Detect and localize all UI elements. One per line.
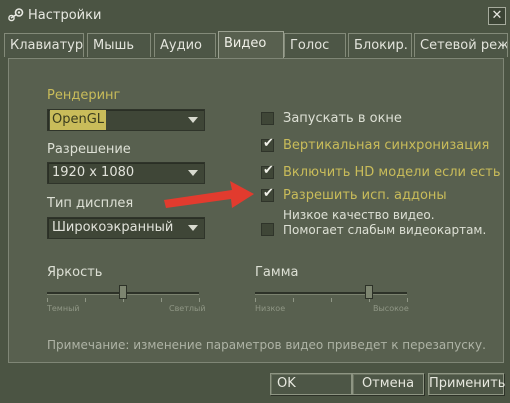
gamma-tick xyxy=(407,298,408,302)
steam-logo-icon xyxy=(8,8,24,22)
tab-block[interactable]: Блокир. xyxy=(348,33,412,57)
chevron-down-icon xyxy=(188,225,198,231)
display-type-select[interactable]: Широкоэкранный xyxy=(47,217,205,239)
vsync-checkbox[interactable]: ✔ xyxy=(261,136,274,152)
resolution-value: 1920 x 1080 xyxy=(52,165,135,180)
rendering-value: OpenGL xyxy=(50,110,107,130)
brightness-label: Яркость xyxy=(47,265,103,280)
restart-note: Примечание: изменение параметров видео п… xyxy=(47,338,486,352)
apply-button[interactable]: Применить xyxy=(428,373,505,395)
chevron-down-icon xyxy=(188,117,198,123)
tab-voice[interactable]: Голос xyxy=(284,33,346,57)
addons-checkbox[interactable]: ✔ xyxy=(261,186,274,202)
checkmark-icon: ✔ xyxy=(263,186,274,201)
display-type-label: Тип дисплея xyxy=(47,196,134,211)
brightness-min-label: Темный xyxy=(47,304,80,313)
brightness-thumb[interactable] xyxy=(119,285,127,299)
brightness-tick xyxy=(199,298,200,302)
tab-bar: Клавиатура Мышь Аудио Видео Голос Блокир… xyxy=(4,31,508,59)
checkmark-icon: ✔ xyxy=(263,136,274,151)
close-icon: ✕ xyxy=(491,8,503,23)
window-title: Настройки xyxy=(28,8,102,23)
rendering-label: Рендеринг xyxy=(47,88,121,103)
rendering-select[interactable]: OpenGL xyxy=(47,109,205,131)
low-quality-label-line1: Низкое качество видео. xyxy=(283,208,435,222)
checkmark-icon: ✔ xyxy=(263,163,274,178)
tab-network[interactable]: Сетевой режим xyxy=(414,33,508,57)
tab-mouse[interactable]: Мышь xyxy=(87,33,151,57)
display-type-value: Широкоэкранный xyxy=(52,220,174,235)
vsync-label: Вертикальная синхронизация xyxy=(283,138,490,153)
resolution-select[interactable]: 1920 x 1080 xyxy=(47,162,205,184)
ok-button[interactable]: OK xyxy=(270,373,352,395)
resolution-label: Разрешение xyxy=(47,142,131,157)
gamma-track xyxy=(255,292,407,295)
gamma-tick xyxy=(255,298,256,302)
brightness-tick xyxy=(85,298,86,302)
low-quality-label-line2: Помогает слабым видеокартам. xyxy=(283,223,487,237)
hd-models-label: Включить HD модели если есть xyxy=(283,165,501,180)
title-bar: Настройки ✕ xyxy=(0,0,510,30)
windowed-label: Запускать в окне xyxy=(283,111,402,126)
chevron-down-icon xyxy=(188,170,198,176)
tab-video[interactable]: Видео xyxy=(218,31,284,59)
cancel-button[interactable]: Отмена xyxy=(352,373,424,395)
brightness-max-label: Светлый xyxy=(169,304,206,313)
addons-label: Разрешить исп. аддоны xyxy=(283,188,447,203)
tab-audio[interactable]: Аудио xyxy=(154,33,216,57)
gamma-label: Гамма xyxy=(255,265,299,280)
hd-models-checkbox[interactable]: ✔ xyxy=(261,163,274,179)
gamma-tick xyxy=(331,298,332,302)
tab-keyboard[interactable]: Клавиатура xyxy=(4,33,84,57)
gamma-max-label: Высокое xyxy=(373,304,409,313)
low-quality-checkbox[interactable] xyxy=(261,223,274,236)
gamma-thumb[interactable] xyxy=(365,285,373,299)
brightness-tick xyxy=(161,298,162,302)
close-button[interactable]: ✕ xyxy=(488,7,506,25)
brightness-tick xyxy=(47,298,48,302)
gamma-min-label: Низкое xyxy=(255,304,286,313)
windowed-checkbox[interactable] xyxy=(261,112,274,125)
gamma-tick xyxy=(293,298,294,302)
video-settings-panel: Рендеринг OpenGL Разрешение 1920 x 1080 … xyxy=(8,58,504,363)
